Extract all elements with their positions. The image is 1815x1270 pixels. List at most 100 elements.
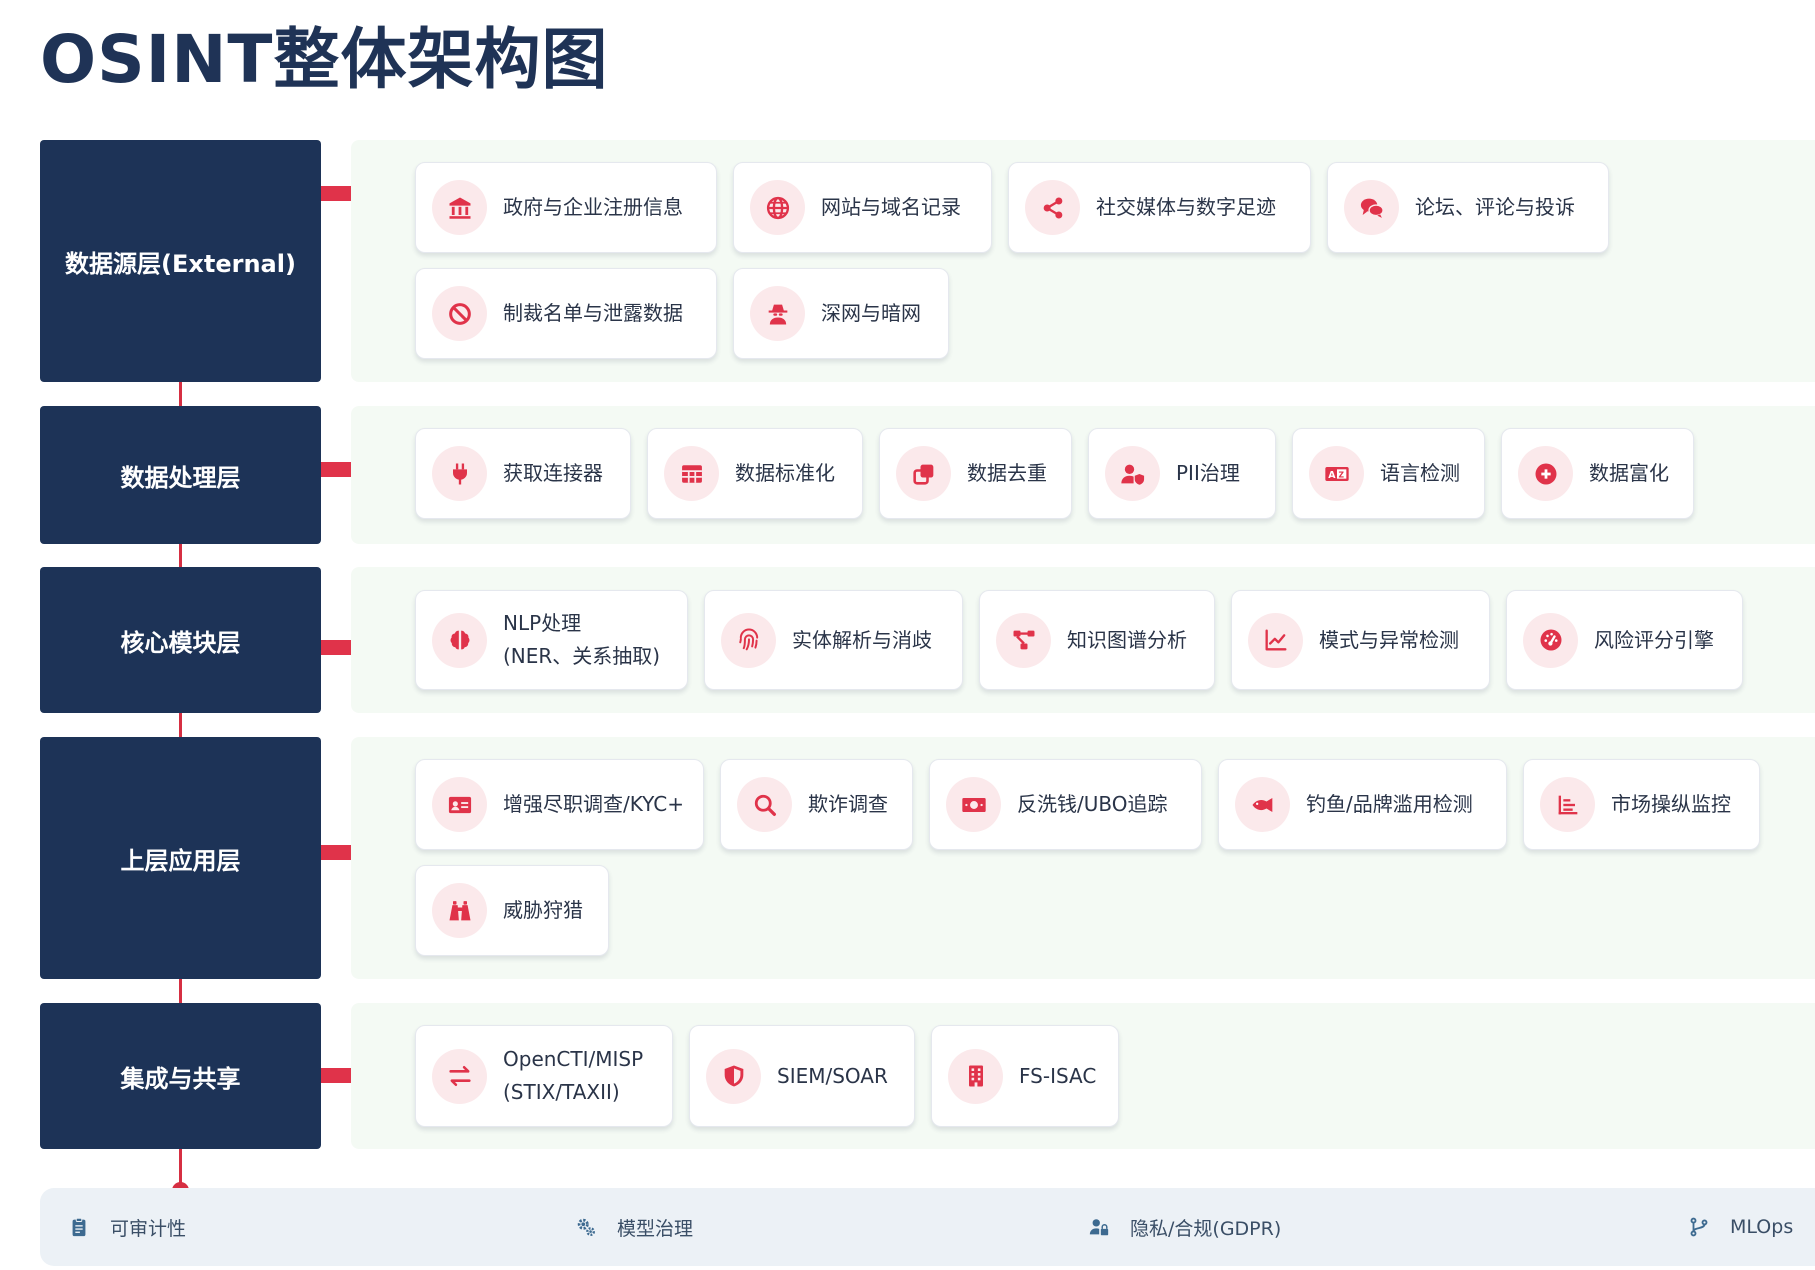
card-label: 实体解析与消歧 <box>792 627 932 652</box>
card-item[interactable]: 模式与异常检测 <box>1231 590 1490 690</box>
id-card-icon <box>432 777 487 832</box>
card-label: 论坛、评论与投诉 <box>1415 195 1575 219</box>
card-item[interactable]: SIEM/SOAR <box>689 1025 915 1127</box>
card-item[interactable]: 增强尽职调查/KYC+ <box>415 759 704 850</box>
governance-footer: 可审计性 模型治理 隐私/合规(GDPR) MLOps <box>40 1188 1815 1266</box>
card-label: 增强尽职调查/KYC+ <box>503 792 684 816</box>
card-item[interactable]: 政府与企业注册信息 <box>415 162 717 253</box>
layer-title: 集成与共享 <box>120 1064 241 1093</box>
card-item[interactable]: 风险评分引擎 <box>1506 590 1743 690</box>
layer-panel: 政府与企业注册信息 网站与域名记录 社交媒体与数字足迹 论坛、评论与投诉 制裁名… <box>351 140 1815 382</box>
card-label: 欺诈调查 <box>808 792 888 816</box>
layer-title-box: 集成与共享 <box>40 1003 321 1149</box>
card-item[interactable]: OpenCTI/MISP (STIX/TAXII) <box>415 1025 673 1127</box>
clone-icon <box>896 446 951 501</box>
card-label: PII治理 <box>1176 461 1240 485</box>
card-label: SIEM/SOAR <box>777 1063 888 1088</box>
language-icon: AZ <box>1309 446 1364 501</box>
layer-core-modules: NLP处理 (NER、关系抽取) 实体解析与消歧 知识图谱分析 模式与异常检测 … <box>40 567 1815 713</box>
plug-icon <box>432 446 487 501</box>
user-lock-icon <box>1089 1219 1109 1236</box>
card-label: 政府与企业注册信息 <box>503 195 683 219</box>
layer-title: 数据源层(External) <box>65 249 296 278</box>
card-label: 获取连接器 <box>503 461 603 485</box>
layer-title-box: 数据源层(External) <box>40 140 321 382</box>
card-item[interactable]: 网站与域名记录 <box>733 162 992 253</box>
layer-applications: 增强尽职调查/KYC+ 欺诈调查 反洗钱/UBO追踪 钓鱼/品牌滥用检测 市场操… <box>40 737 1815 979</box>
footer-label: 模型治理 <box>617 1217 694 1240</box>
layer-title: 上层应用层 <box>120 846 241 875</box>
card-item[interactable]: AZ 语言检测 <box>1292 428 1485 519</box>
footer-item-auditability: 可审计性 <box>68 1188 186 1266</box>
building-icon <box>948 1048 1003 1104</box>
layer-panel: NLP处理 (NER、关系抽取) 实体解析与消歧 知识图谱分析 模式与异常检测 … <box>351 567 1815 713</box>
card-label: 制裁名单与泄露数据 <box>503 301 683 325</box>
card-item[interactable]: PII治理 <box>1088 428 1276 519</box>
card-item[interactable]: FS-ISAC <box>931 1025 1119 1127</box>
card-item[interactable]: 欺诈调查 <box>720 759 913 850</box>
card-item[interactable]: 数据标准化 <box>647 428 863 519</box>
layer-panel: OpenCTI/MISP (STIX/TAXII) SIEM/SOAR FS-I… <box>351 1003 1815 1149</box>
layer-integration: OpenCTI/MISP (STIX/TAXII) SIEM/SOAR FS-I… <box>40 1003 1815 1149</box>
globe-icon <box>750 180 805 235</box>
card-label: 数据标准化 <box>735 461 835 485</box>
footer-item-privacy: 隐私/合规(GDPR) <box>1088 1188 1281 1266</box>
card-label: 社交媒体与数字足迹 <box>1096 195 1276 219</box>
card-item[interactable]: 实体解析与消歧 <box>704 590 963 690</box>
card-item[interactable]: 钓鱼/品牌滥用检测 <box>1218 759 1507 850</box>
money-bill-icon <box>946 777 1001 832</box>
card-label: 模式与异常检测 <box>1319 627 1459 652</box>
card-item[interactable]: 社交媒体与数字足迹 <box>1008 162 1311 253</box>
footer-label: 可审计性 <box>110 1217 187 1240</box>
layer-title: 核心模块层 <box>120 628 241 657</box>
layer-title-box: 核心模块层 <box>40 567 321 713</box>
landmark-icon <box>432 180 487 235</box>
layer-connector <box>321 640 351 655</box>
card-label: FS-ISAC <box>1019 1063 1097 1088</box>
layer-connector <box>321 186 351 201</box>
card-item[interactable]: 论坛、评论与投诉 <box>1327 162 1609 253</box>
footer-label: 隐私/合规(GDPR) <box>1130 1217 1282 1240</box>
layer-data-processing: 获取连接器 数据标准化 数据去重 PII治理 AZ 语言检测 数据富化 数据处理… <box>40 406 1815 544</box>
card-label: 钓鱼/品牌滥用检测 <box>1306 792 1473 816</box>
layer-title-box: 数据处理层 <box>40 406 321 544</box>
ban-icon <box>432 286 487 341</box>
card-item[interactable]: 数据富化 <box>1501 428 1694 519</box>
svg-text:A: A <box>1328 470 1336 481</box>
layer-title: 数据处理层 <box>120 463 241 492</box>
card-item[interactable]: NLP处理 (NER、关系抽取) <box>415 590 688 690</box>
fish-icon <box>1235 777 1290 832</box>
binoculars-icon <box>432 883 487 938</box>
card-label: 威胁狩猎 <box>503 898 583 922</box>
card-item[interactable]: 深网与暗网 <box>733 268 949 359</box>
footer-label: MLOps <box>1730 1216 1794 1238</box>
diagram-project-icon <box>996 612 1051 668</box>
exchange-icon <box>432 1048 487 1104</box>
card-label: 语言检测 <box>1380 461 1460 485</box>
code-branch-icon <box>1690 1217 1708 1237</box>
page-title: OSINT整体架构图 <box>40 21 609 98</box>
gears-icon <box>577 1218 595 1236</box>
layer-title-box: 上层应用层 <box>40 737 321 979</box>
card-item[interactable]: 知识图谱分析 <box>979 590 1215 690</box>
layer-panel: 获取连接器 数据标准化 数据去重 PII治理 AZ 语言检测 数据富化 <box>351 406 1815 544</box>
card-label: OpenCTI/MISP (STIX/TAXII) <box>503 1047 644 1104</box>
footer-item-model-governance: 模型治理 <box>575 1188 693 1266</box>
card-label: 知识图谱分析 <box>1067 627 1187 652</box>
card-item[interactable]: 获取连接器 <box>415 428 631 519</box>
card-item[interactable]: 数据去重 <box>879 428 1072 519</box>
plus-circle-icon <box>1518 446 1573 501</box>
card-label: 数据去重 <box>967 461 1047 485</box>
card-label: 深网与暗网 <box>821 301 921 325</box>
chat-bubbles-icon <box>1344 180 1399 235</box>
card-label: 数据富化 <box>1589 461 1669 485</box>
user-shield-icon <box>1105 446 1160 501</box>
card-item[interactable]: 市场操纵监控 <box>1523 759 1760 850</box>
layer-connector <box>321 462 351 477</box>
card-item[interactable]: 制裁名单与泄露数据 <box>415 268 717 359</box>
clipboard-icon <box>72 1217 86 1237</box>
card-item[interactable]: 威胁狩猎 <box>415 865 609 956</box>
shield-icon <box>706 1048 761 1104</box>
line-chart-icon <box>1248 612 1303 668</box>
card-item[interactable]: 反洗钱/UBO追踪 <box>929 759 1202 850</box>
